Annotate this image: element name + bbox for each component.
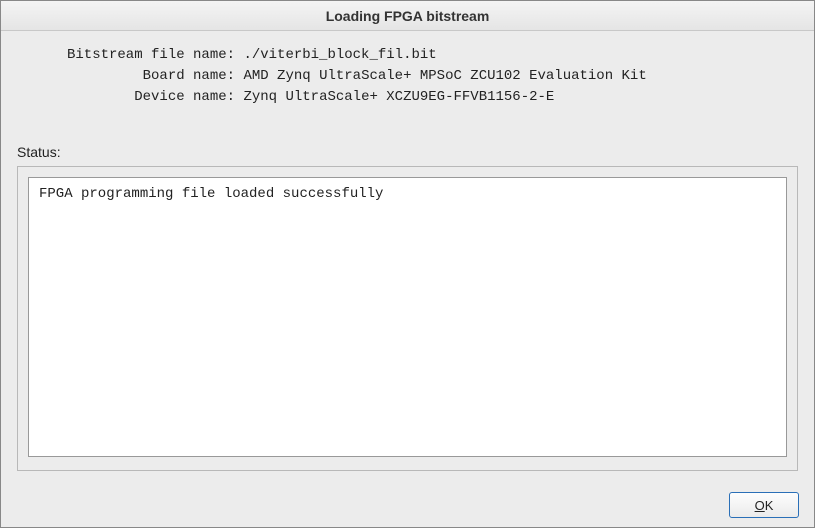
board-label: Board name:: [143, 68, 235, 84]
window-title: Loading FPGA bitstream: [326, 8, 490, 24]
status-frame: [17, 166, 798, 471]
board-value: AMD Zynq UltraScale+ MPSoC ZCU102 Evalua…: [243, 68, 646, 84]
ok-button-rest: K: [765, 498, 774, 513]
info-block: Bitstream file name: ./viterbi_block_fil…: [17, 41, 798, 108]
ok-button[interactable]: OK: [729, 492, 799, 518]
bitstream-value: ./viterbi_block_fil.bit: [243, 47, 436, 63]
status-label: Status:: [17, 144, 798, 160]
bitstream-label: Bitstream file name:: [67, 47, 235, 63]
dialog-content: Bitstream file name: ./viterbi_block_fil…: [1, 31, 814, 481]
status-textarea[interactable]: [28, 177, 787, 457]
button-bar: OK: [729, 492, 799, 518]
window-titlebar: Loading FPGA bitstream: [1, 1, 814, 31]
device-label: Device name:: [134, 89, 235, 105]
device-value: Zynq UltraScale+ XCZU9EG-FFVB1156-2-E: [243, 89, 554, 105]
